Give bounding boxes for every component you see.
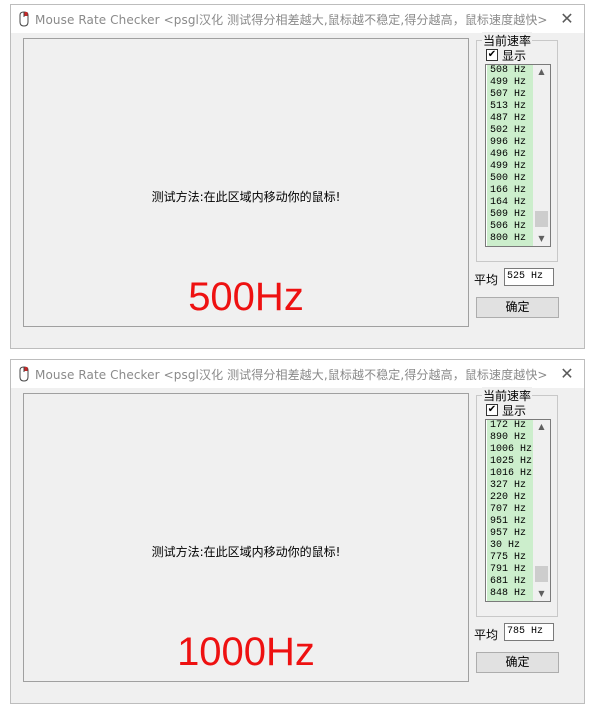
- list-item[interactable]: 166 Hz: [487, 185, 533, 197]
- list-item[interactable]: 502 Hz: [487, 125, 533, 137]
- list-item[interactable]: 513 Hz: [487, 101, 533, 113]
- list-item[interactable]: 487 Hz: [487, 113, 533, 125]
- list-item[interactable]: 1025 Hz: [487, 456, 533, 468]
- window-title: Mouse Rate Checker <psgl汉化 测试得分相差越大,鼠标越不…: [35, 13, 548, 27]
- list-item[interactable]: 164 Hz: [487, 197, 533, 209]
- instruction-text: 测试方法:在此区域内移动你的鼠标!: [151, 545, 341, 559]
- list-item[interactable]: 681 Hz: [487, 576, 533, 588]
- average-label: 平均: [474, 273, 499, 287]
- instruction-text: 测试方法:在此区域内移动你的鼠标!: [151, 190, 341, 204]
- window-1000hz: Mouse Rate Checker <psgl汉化 测试得分相差越大,鼠标越不…: [10, 359, 585, 704]
- scroll-thumb[interactable]: [535, 566, 548, 582]
- rate-caption: 500Hz: [188, 275, 304, 319]
- list-item[interactable]: 775 Hz: [487, 552, 533, 564]
- show-checkbox[interactable]: ✔: [486, 404, 498, 416]
- rate-listbox[interactable]: 172 Hz 890 Hz 1006 Hz 1025 Hz 1016 Hz 32…: [485, 419, 551, 602]
- scroll-down-icon[interactable]: ▼: [533, 587, 550, 601]
- list-item[interactable]: 499 Hz: [487, 161, 533, 173]
- list-item[interactable]: 508 Hz: [487, 65, 533, 77]
- title-bar[interactable]: Mouse Rate Checker <psgl汉化 测试得分相差越大,鼠标越不…: [11, 360, 584, 388]
- close-icon[interactable]: ✕: [550, 360, 584, 388]
- show-checkbox-label: 显示: [502, 49, 527, 63]
- list-item[interactable]: 220 Hz: [487, 492, 533, 504]
- scroll-up-icon[interactable]: ▲: [533, 420, 550, 434]
- list-item[interactable]: 500 Hz: [487, 173, 533, 185]
- list-item[interactable]: 496 Hz: [487, 149, 533, 161]
- scroll-down-icon[interactable]: ▼: [533, 232, 550, 246]
- window-500hz: Mouse Rate Checker <psgl汉化 测试得分相差越大,鼠标越不…: [10, 4, 585, 349]
- list-item[interactable]: 996 Hz: [487, 137, 533, 149]
- app-icon: [19, 366, 29, 382]
- rate-listbox[interactable]: 508 Hz 499 Hz 507 Hz 513 Hz 487 Hz 502 H…: [485, 64, 551, 247]
- test-area[interactable]: 测试方法:在此区域内移动你的鼠标! 500Hz: [23, 38, 469, 327]
- list-item[interactable]: 890 Hz: [487, 432, 533, 444]
- list-item[interactable]: 499 Hz: [487, 77, 533, 89]
- list-item[interactable]: 951 Hz: [487, 516, 533, 528]
- list-item[interactable]: 1016 Hz: [487, 468, 533, 480]
- test-area[interactable]: 测试方法:在此区域内移动你的鼠标! 1000Hz: [23, 393, 469, 682]
- average-field[interactable]: 525 Hz: [504, 268, 554, 286]
- scrollbar[interactable]: ▲ ▼: [533, 420, 550, 601]
- rate-caption: 1000Hz: [177, 630, 315, 674]
- list-item[interactable]: 800 Hz: [487, 233, 533, 245]
- list-item[interactable]: 507 Hz: [487, 89, 533, 101]
- list-item[interactable]: 791 Hz: [487, 564, 533, 576]
- ok-button[interactable]: 确定: [476, 652, 559, 673]
- list-item[interactable]: 172 Hz: [487, 420, 533, 432]
- list-item[interactable]: 506 Hz: [487, 221, 533, 233]
- window-title: Mouse Rate Checker <psgl汉化 测试得分相差越大,鼠标越不…: [35, 368, 548, 382]
- list-item[interactable]: 707 Hz: [487, 504, 533, 516]
- close-icon[interactable]: ✕: [550, 5, 584, 33]
- show-checkbox[interactable]: ✔: [486, 49, 498, 61]
- ok-button[interactable]: 确定: [476, 297, 559, 318]
- scroll-thumb[interactable]: [535, 211, 548, 227]
- list-item[interactable]: 327 Hz: [487, 480, 533, 492]
- scrollbar[interactable]: ▲ ▼: [533, 65, 550, 246]
- list-item[interactable]: 30 Hz: [487, 540, 533, 552]
- list-item[interactable]: 957 Hz: [487, 528, 533, 540]
- title-bar[interactable]: Mouse Rate Checker <psgl汉化 测试得分相差越大,鼠标越不…: [11, 5, 584, 33]
- average-field[interactable]: 785 Hz: [504, 623, 554, 641]
- app-icon: [19, 11, 29, 27]
- scroll-up-icon[interactable]: ▲: [533, 65, 550, 79]
- show-checkbox-label: 显示: [502, 404, 527, 418]
- list-item[interactable]: 1006 Hz: [487, 444, 533, 456]
- list-item[interactable]: 509 Hz: [487, 209, 533, 221]
- list-item[interactable]: 848 Hz: [487, 588, 533, 600]
- average-label: 平均: [474, 628, 499, 642]
